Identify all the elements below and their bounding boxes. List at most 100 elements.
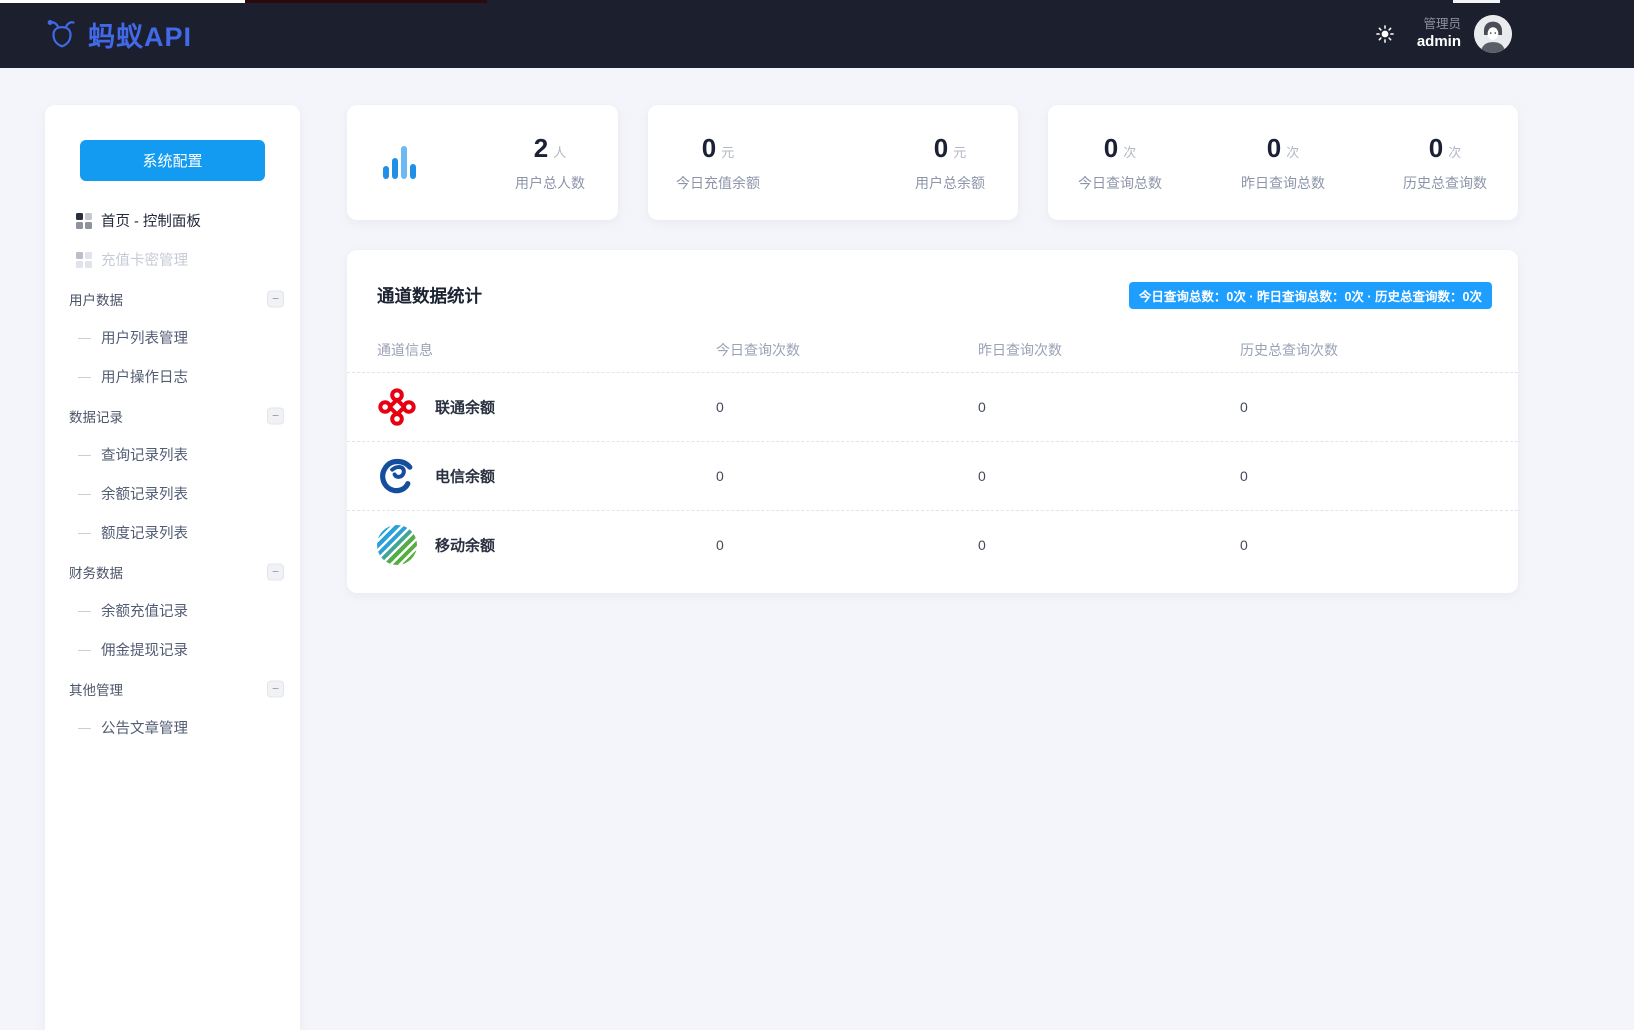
- sidebar-item-label: 首页 - 控制面板: [101, 210, 201, 231]
- header-right: 管理员 admin: [1375, 15, 1512, 53]
- stat-unit: 元: [721, 145, 734, 160]
- dash-icon: —: [78, 486, 91, 501]
- screenshot-artifact: [0, 0, 245, 3]
- stat-unit: 元: [953, 145, 966, 160]
- section-label: 数据记录: [69, 406, 123, 426]
- collapse-button[interactable]: −: [267, 290, 284, 307]
- table-header: 通道信息 今日查询次数 昨日查询次数 历史总查询次数: [347, 340, 1518, 360]
- stat-card-users: 2人 用户总人数: [347, 105, 618, 220]
- column-header: 昨日查询次数: [978, 340, 1062, 360]
- stat-unit: 人: [553, 145, 566, 160]
- bar-chart-icon: [383, 146, 416, 179]
- stat-value: 0: [702, 133, 716, 163]
- collapse-button[interactable]: −: [267, 407, 284, 424]
- sidebar-item-label: 额度记录列表: [101, 522, 188, 543]
- channel-stats-panel: 通道数据统计 今日查询总数：0次 · 昨日查询总数：0次 · 历史总查询数：0次…: [347, 250, 1518, 593]
- cell-total: 0: [1240, 537, 1248, 553]
- channel-name: 联通余额: [435, 397, 495, 418]
- section-label: 财务数据: [69, 562, 123, 582]
- query-summary-badge: 今日查询总数：0次 · 昨日查询总数：0次 · 历史总查询数：0次: [1129, 282, 1492, 309]
- sidebar-item-label: 查询记录列表: [101, 444, 188, 465]
- column-header: 今日查询次数: [716, 340, 800, 360]
- table-body: 联通余额 0 0 0 电信余额 0 0 0: [347, 372, 1518, 579]
- dash-icon: —: [78, 369, 91, 384]
- stat-value: 0: [1267, 133, 1281, 163]
- dash-icon: —: [78, 525, 91, 540]
- stat-total-users: 2人 用户总人数: [515, 133, 585, 193]
- cell-total: 0: [1240, 399, 1248, 415]
- stat-value: 0: [1429, 133, 1443, 163]
- channel-name: 移动余额: [435, 535, 495, 556]
- dash-icon: —: [78, 603, 91, 618]
- cell-today: 0: [716, 399, 724, 415]
- stat-today-queries: 0次 今日查询总数: [1078, 133, 1162, 193]
- sidebar-item-query-records[interactable]: — 查询记录列表: [45, 435, 300, 474]
- brand[interactable]: 蚂蚁API: [45, 15, 192, 54]
- sidebar-section-finance: 财务数据 −: [45, 552, 300, 591]
- panel-title: 通道数据统计: [377, 283, 482, 308]
- sidebar-item-announcements[interactable]: — 公告文章管理: [45, 708, 300, 747]
- stat-value: 2: [534, 133, 548, 163]
- stat-label: 用户总人数: [515, 173, 585, 193]
- stat-label: 今日查询总数: [1078, 173, 1162, 193]
- user-meta: 管理员 admin: [1417, 16, 1461, 52]
- stat-unit: 次: [1286, 145, 1299, 160]
- sidebar-item-home[interactable]: 首页 - 控制面板: [45, 201, 300, 240]
- cell-yesterday: 0: [978, 468, 986, 484]
- sidebar-item-label: 用户列表管理: [101, 327, 188, 348]
- stat-unit: 次: [1123, 145, 1136, 160]
- screenshot-artifact: [1453, 0, 1500, 3]
- sidebar-item-label: 公告文章管理: [101, 717, 188, 738]
- sidebar-item-recharge-records[interactable]: — 余额充值记录: [45, 591, 300, 630]
- stat-label: 今日充值余额: [676, 173, 760, 193]
- cell-total: 0: [1240, 468, 1248, 484]
- sidebar-item-user-logs[interactable]: — 用户操作日志: [45, 357, 300, 396]
- sidebar-item-card-management[interactable]: 充值卡密管理: [45, 240, 300, 279]
- sidebar-item-quota-records[interactable]: — 额度记录列表: [45, 513, 300, 552]
- stat-total-balance: 0元 用户总余额: [915, 133, 985, 193]
- column-header: 历史总查询次数: [1240, 340, 1338, 360]
- grid-icon: [76, 252, 92, 268]
- dash-icon: —: [78, 447, 91, 462]
- theme-toggle-icon[interactable]: [1375, 24, 1395, 44]
- china-telecom-logo-icon: [377, 456, 417, 496]
- stat-unit: 次: [1448, 145, 1461, 160]
- collapse-button[interactable]: −: [267, 680, 284, 697]
- table-row: 电信余额 0 0 0: [347, 441, 1518, 510]
- ant-logo-icon: [45, 17, 79, 51]
- stat-card-balance: 0元 今日充值余额 0元 用户总余额: [648, 105, 1018, 220]
- dash-icon: —: [78, 720, 91, 735]
- stat-value: 0: [934, 133, 948, 163]
- screenshot-artifact: [245, 0, 487, 3]
- cell-yesterday: 0: [978, 399, 986, 415]
- table-row: 移动余额 0 0 0: [347, 510, 1518, 579]
- sidebar-item-balance-records[interactable]: — 余额记录列表: [45, 474, 300, 513]
- collapse-button[interactable]: −: [267, 563, 284, 580]
- section-label: 其他管理: [69, 679, 123, 699]
- stat-card-queries: 0次 今日查询总数 0次 昨日查询总数 0次 历史总查询数: [1048, 105, 1518, 220]
- sidebar-section-user-data: 用户数据 −: [45, 279, 300, 318]
- system-config-button[interactable]: 系统配置: [80, 140, 265, 181]
- cell-yesterday: 0: [978, 537, 986, 553]
- sidebar-item-withdraw-records[interactable]: — 佣金提现记录: [45, 630, 300, 669]
- column-header: 通道信息: [377, 340, 433, 360]
- stat-history-queries: 0次 历史总查询数: [1403, 133, 1487, 193]
- stat-yesterday-queries: 0次 昨日查询总数: [1241, 133, 1325, 193]
- brand-name: 蚂蚁API: [88, 15, 192, 54]
- sidebar-item-label: 余额充值记录: [101, 600, 188, 621]
- sidebar-item-label: 佣金提现记录: [101, 639, 188, 660]
- sidebar-item-label: 余额记录列表: [101, 483, 188, 504]
- dash-icon: —: [78, 330, 91, 345]
- dash-icon: —: [78, 642, 91, 657]
- cell-today: 0: [716, 537, 724, 553]
- sidebar-section-other: 其他管理 −: [45, 669, 300, 708]
- avatar[interactable]: [1474, 15, 1512, 53]
- sidebar-section-data-records: 数据记录 −: [45, 396, 300, 435]
- user-role-label: 管理员: [1417, 16, 1461, 32]
- channel-name: 电信余额: [435, 466, 495, 487]
- sidebar-item-user-list[interactable]: — 用户列表管理: [45, 318, 300, 357]
- stat-value: 0: [1104, 133, 1118, 163]
- stat-label: 用户总余额: [915, 173, 985, 193]
- sidebar-menu: 首页 - 控制面板 充值卡密管理 用户数据 − — 用户列表管理 — 用户操作日…: [45, 201, 300, 747]
- sidebar-item-label: 充值卡密管理: [101, 249, 188, 270]
